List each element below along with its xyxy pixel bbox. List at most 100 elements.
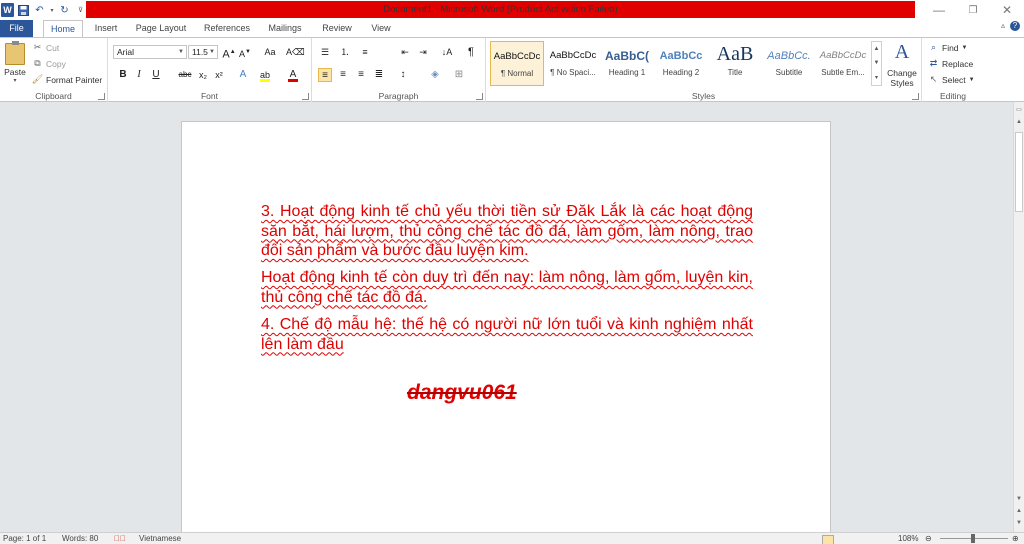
language-indicator[interactable]: Vietnamese [139,534,181,543]
tab-view[interactable]: View [366,20,396,37]
replace-button[interactable]: ⇄ Replace [928,56,973,71]
style-normal-sample: AaBbCcDc [493,51,541,62]
styles-dialog-launcher-icon[interactable] [912,93,919,100]
find-button[interactable]: ⌕ Find ▼ [928,40,968,55]
scrollbar-thumb[interactable] [1015,132,1023,212]
select-button[interactable]: ↖ Select ▼ [928,72,975,87]
line-spacing-icon[interactable]: ↕ [396,68,410,82]
highlight-button[interactable]: ab [258,68,272,82]
superscript-button[interactable]: x² [212,68,226,82]
sort-icon[interactable]: ↓A [440,45,454,59]
restore-icon[interactable]: ❐ [956,0,990,20]
ruler-toggle-icon[interactable]: ▭ [1014,105,1024,115]
proofing-icon[interactable]: ✓⃠ [114,534,126,543]
grow-font-button[interactable]: A▲ [222,45,236,61]
paste-button[interactable]: Paste ▾ [3,41,27,87]
align-left-icon[interactable]: ≡ [318,68,332,82]
window-controls: — ❐ ✕ [922,0,1024,20]
font-size-combo[interactable]: 11.5 ▼ [188,45,218,59]
tab-review[interactable]: Review [317,20,357,37]
minimize-icon[interactable]: — [922,0,956,20]
minimize-ribbon-icon[interactable]: ▵ [1001,21,1005,31]
tab-references[interactable]: References [200,20,254,37]
style-title[interactable]: AaB Title [708,41,762,86]
undo-dropdown-icon[interactable]: ▾ [49,3,55,17]
signature-text[interactable]: dangvu061 [407,381,517,405]
increase-indent-icon[interactable]: ⇥ [416,45,430,59]
previous-page-icon[interactable]: ▲ [1014,506,1024,516]
bullets-icon[interactable]: ☰ [318,45,332,59]
shading-icon[interactable]: ◈ [428,68,442,82]
change-case-button[interactable]: Aa [260,45,280,59]
change-styles-button[interactable]: A Change Styles [885,41,919,88]
bold-button[interactable]: B [116,68,130,82]
strikethrough-button[interactable]: abc [176,68,194,82]
binoculars-icon: ⌕ [930,42,937,52]
show-marks-button[interactable]: ¶ [464,45,478,59]
undo-icon[interactable]: ↶ [33,3,46,17]
font-color-button[interactable]: A [286,68,300,82]
paragraph-dialog-launcher-icon[interactable] [476,93,483,100]
help-icon[interactable]: ? [1010,21,1020,31]
style-normal[interactable]: AaBbCcDc ¶ Normal [490,41,544,86]
underline-button[interactable]: U [149,68,163,82]
copy-button[interactable]: ⧉ Copy [32,56,66,71]
style-heading-1[interactable]: AaBbC( Heading 1 [600,41,654,86]
tab-mailings[interactable]: Mailings [263,20,307,37]
align-right-icon[interactable]: ≡ [354,68,368,82]
paragraph-1[interactable]: 3. Hoạt động kinh tế chủ yếu thời tiền s… [261,202,753,261]
font-dialog-launcher-icon[interactable] [302,93,309,100]
style-heading-2[interactable]: AaBbCc Heading 2 [654,41,708,86]
close-icon[interactable]: ✕ [990,0,1024,20]
scroll-down-icon[interactable]: ▼ [1014,494,1024,504]
redo-icon[interactable]: ↻ [58,3,71,17]
word-logo-icon[interactable]: W [1,3,14,17]
scroll-up-icon[interactable]: ▲ [1014,117,1024,127]
chevron-down-icon[interactable]: ▼ [874,60,880,66]
italic-button[interactable]: I [132,68,146,82]
paragraph-3[interactable]: 4. Chế độ mẫu hệ: thế hệ có người nữ lớn… [261,315,753,354]
style-no-spacing[interactable]: AaBbCcDc ¶ No Spaci... [546,41,600,86]
paste-label: Paste [4,67,26,77]
tab-insert[interactable]: Insert [89,20,123,37]
clear-formatting-icon[interactable]: A⌫ [286,45,305,59]
tab-file[interactable]: File [0,20,33,37]
zoom-slider-thumb[interactable] [971,534,975,543]
borders-icon[interactable]: ⊞ [452,68,466,82]
page-count[interactable]: Page: 1 of 1 [3,534,46,543]
vertical-scrollbar[interactable]: ▭ ▲ ▼ ▲ ▼ [1013,102,1024,532]
subscript-button[interactable]: x₂ [196,68,210,82]
zoom-out-icon[interactable]: ⊖ [925,534,932,543]
style-subtle-emphasis-name: Subtle Em... [821,68,865,77]
font-name-combo[interactable]: Arial ▼ [113,45,187,59]
style-heading-1-sample: AaBbC( [605,49,649,63]
paragraph-2[interactable]: Hoạt động kinh tế còn duy trì đến nay: l… [261,268,753,307]
style-heading-2-name: Heading 2 [662,68,700,77]
clipboard-dialog-launcher-icon[interactable] [98,93,105,100]
draft-icon[interactable] [822,535,834,544]
zoom-in-icon[interactable]: ⊕ [1012,534,1019,543]
style-no-spacing-sample: AaBbCcDc [549,50,597,61]
text-effects-button[interactable]: A [236,68,250,82]
save-icon[interactable] [17,3,30,17]
more-icon[interactable]: ▾ [875,74,878,81]
styles-gallery-scroll[interactable]: ▲ ▼ ▾ [871,41,882,86]
decrease-indent-icon[interactable]: ⇤ [398,45,412,59]
next-page-icon[interactable]: ▼ [1014,518,1024,528]
format-painter-button[interactable]: 🖌 Format Painter [32,72,102,87]
cut-button[interactable]: ✂ Cut [32,40,60,55]
tab-home[interactable]: Home [43,20,83,38]
align-center-icon[interactable]: ≡ [336,68,350,82]
shrink-font-button[interactable]: A▼ [238,45,252,59]
zoom-level[interactable]: 108% [898,534,918,543]
style-subtitle[interactable]: AaBbCc. Subtitle [762,41,816,86]
multilevel-list-icon[interactable]: ≡ [358,45,372,59]
tab-page-layout[interactable]: Page Layout [132,20,190,37]
justify-icon[interactable]: ≣ [372,68,386,82]
numbering-icon[interactable]: ⒈ [338,45,352,59]
quick-access-toolbar: W ↶ ▾ ↻ ⊽ [0,1,87,19]
style-subtle-emphasis[interactable]: AaBbCcDc Subtle Em... [816,41,870,86]
document-page[interactable]: 3. Hoạt động kinh tế chủ yếu thời tiền s… [181,121,831,532]
chevron-up-icon[interactable]: ▲ [874,46,880,52]
word-count[interactable]: Words: 80 [62,534,98,543]
